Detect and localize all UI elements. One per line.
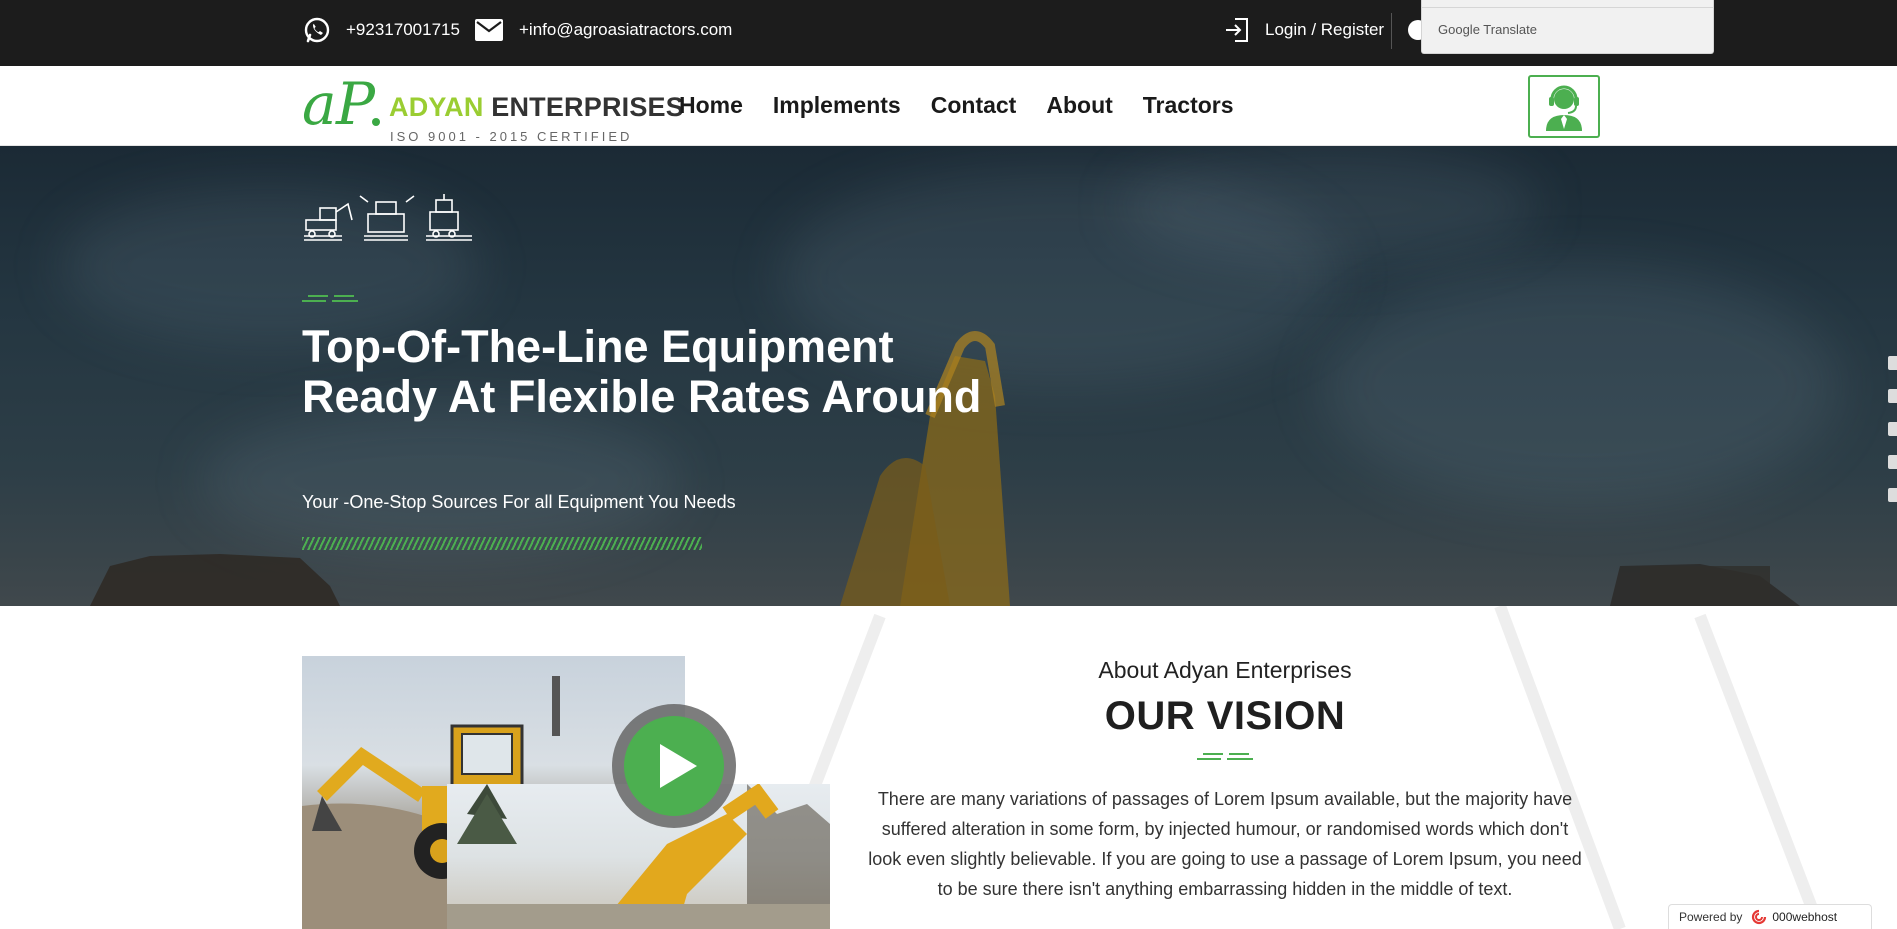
top-bar: +92317001715 +info@agroasiatractors.com … <box>0 0 1897 66</box>
hosting-badge-brand: 000webhost <box>1772 910 1838 924</box>
hero-title: Top-Of-The-Line Equipment Ready At Flexi… <box>302 321 982 422</box>
phone-number: +92317001715 <box>346 20 460 39</box>
vision-heading: OUR VISION <box>1104 694 1346 738</box>
hero-subtitle: Your -One-Stop Sources For all Equipment… <box>302 492 736 512</box>
topbar-divider <box>1391 13 1392 49</box>
login-icon <box>1223 16 1251 44</box>
translate-widget-line <box>1422 7 1713 8</box>
google-translate-widget[interactable]: Google Translate <box>1421 0 1714 54</box>
svg-text:a: a <box>302 76 337 136</box>
logo-brand-adyan: ADYAN <box>389 92 484 122</box>
hero-banner: Top-Of-The-Line Equipment Ready At Flexi… <box>0 146 1897 606</box>
side-toolbar-item[interactable] <box>1888 455 1897 469</box>
hero-stripe-divider <box>302 537 702 550</box>
vision-body: There are many variations of passages of… <box>868 789 1582 899</box>
hosting-badge-powered: Powered by <box>1679 910 1743 924</box>
nav-implements[interactable]: Implements <box>773 90 901 120</box>
side-toolbar-item[interactable] <box>1888 356 1897 370</box>
svg-text:P: P <box>335 76 376 136</box>
main-nav: Home Implements Contact About Tractors <box>679 90 1264 120</box>
side-toolbar-item[interactable] <box>1888 488 1897 502</box>
vision-accent-dashes <box>1197 753 1253 760</box>
login-register-label: Login / Register <box>1265 20 1385 39</box>
logo-brand-enterprises: ENTERPRISES <box>483 92 684 122</box>
phone-contact[interactable]: +92317001715 <box>302 0 460 60</box>
nav-tractors[interactable]: Tractors <box>1143 90 1234 120</box>
side-toolbar[interactable] <box>1888 356 1897 521</box>
customer-support-icon <box>1546 85 1582 131</box>
google-translate-label: Google Translate <box>1438 22 1538 37</box>
play-video-button[interactable] <box>599 701 749 831</box>
logo-certification: ISO 9001 - 2015 CERTIFIED <box>390 129 633 144</box>
about-section: About Adyan Enterprises OUR VISION There… <box>0 606 1897 929</box>
email-contact[interactable]: +info@agroasiatractors.com <box>475 0 732 60</box>
logo-monogram-icon: a P <box>302 76 380 136</box>
about-eyebrow: About Adyan Enterprises <box>1098 657 1352 683</box>
nav-about[interactable]: About <box>1046 90 1112 120</box>
side-toolbar-item[interactable] <box>1888 422 1897 436</box>
email-address: +info@agroasiatractors.com <box>519 20 733 39</box>
side-toolbar-item[interactable] <box>1888 389 1897 403</box>
equipment-icons <box>304 194 472 241</box>
about-media <box>302 656 830 929</box>
nav-contact[interactable]: Contact <box>931 90 1017 120</box>
mail-icon <box>475 19 503 41</box>
hero-accent-dashes <box>302 295 358 302</box>
whatsapp-icon <box>302 15 332 45</box>
hosting-badge[interactable]: Powered by 000webhost <box>1668 904 1872 929</box>
site-header: a P ADYAN ENTERPRISES ISO 9001 - 2015 CE… <box>0 66 1897 146</box>
logo-brand: ADYAN ENTERPRISES <box>389 92 684 123</box>
nav-home[interactable]: Home <box>679 90 743 120</box>
support-button[interactable] <box>1528 75 1600 138</box>
login-register-link[interactable]: Login / Register <box>1223 0 1384 60</box>
vision-block: About Adyan Enterprises OUR VISION There… <box>850 656 1600 904</box>
site-logo[interactable]: a P ADYAN ENTERPRISES ISO 9001 - 2015 CE… <box>302 76 684 144</box>
webhost-logo-icon <box>1752 909 1767 925</box>
